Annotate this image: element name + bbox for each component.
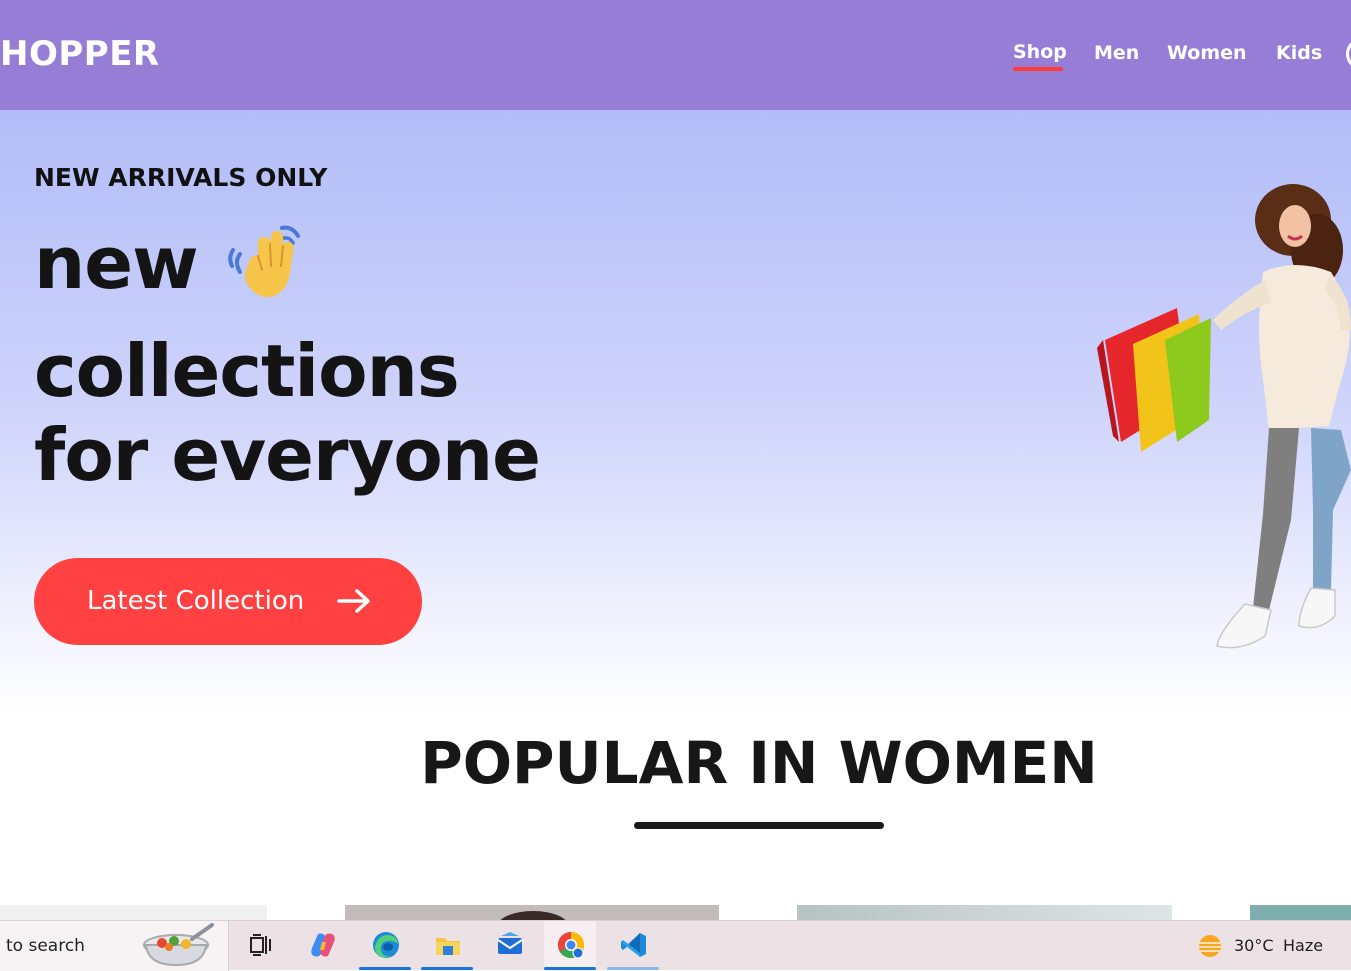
search-highlight-bowl-icon [143, 923, 214, 967]
file-explorer-icon [436, 938, 460, 955]
waving-hand-icon [228, 225, 300, 298]
taskbar-task-view-button[interactable] [233, 921, 285, 971]
navbar: HOPPER Shop Men Women Kids [0, 0, 1351, 110]
mail-icon [497, 932, 523, 954]
nav-men-link[interactable]: Men [1094, 40, 1139, 66]
nav-kids-link[interactable]: Kids [1276, 40, 1322, 66]
hero-headline-line-2: collections [34, 329, 460, 413]
nav-women-link[interactable]: Women [1167, 40, 1247, 66]
taskbar-edge-button[interactable] [359, 921, 411, 971]
taskbar-weather-widget[interactable]: 30°C Haze [1190, 921, 1351, 971]
chrome-icon [557, 931, 585, 959]
taskbar-search-placeholder: to search [6, 936, 85, 956]
hero-headline-line-1: new [34, 221, 199, 305]
vscode-icon [621, 933, 646, 957]
copilot-icon [311, 933, 335, 957]
windows-taskbar: to search 30°C Haze [0, 920, 1351, 971]
brand-logo[interactable]: HOPPER [0, 32, 160, 76]
hero-headline-line-3: for everyone [34, 413, 541, 497]
task-view-icon [250, 934, 271, 956]
login-button-edge[interactable] [1346, 38, 1351, 70]
taskbar-search-box[interactable]: to search [0, 921, 229, 971]
nav-shop-link[interactable]: Shop [1013, 39, 1067, 65]
taskbar-file-explorer-button[interactable] [421, 921, 473, 971]
haze-sun-icon [1198, 935, 1222, 957]
taskbar-vscode-button[interactable] [607, 921, 659, 971]
hero-eyebrow: NEW ARRIVALS ONLY [34, 163, 328, 192]
edge-icon [373, 932, 399, 958]
taskbar-copilot-button[interactable] [296, 921, 348, 971]
latest-collection-button[interactable]: Latest Collection [34, 558, 422, 645]
taskbar-chrome-button[interactable] [544, 921, 596, 971]
hero-section: NEW ARRIVALS ONLY new collections for ev… [0, 110, 1351, 710]
weather-condition: Haze [1283, 936, 1324, 955]
taskbar-mail-button[interactable] [483, 921, 535, 971]
hero-woman-shopping-image [1097, 184, 1351, 649]
arrow-right-icon [337, 589, 370, 613]
nav-active-underline [1013, 67, 1063, 71]
weather-temperature: 30°C [1234, 936, 1274, 955]
popular-section-title: POPULAR IN WOMEN [420, 729, 1098, 797]
latest-collection-label: Latest Collection [87, 586, 305, 616]
popular-title-underline [634, 822, 884, 829]
